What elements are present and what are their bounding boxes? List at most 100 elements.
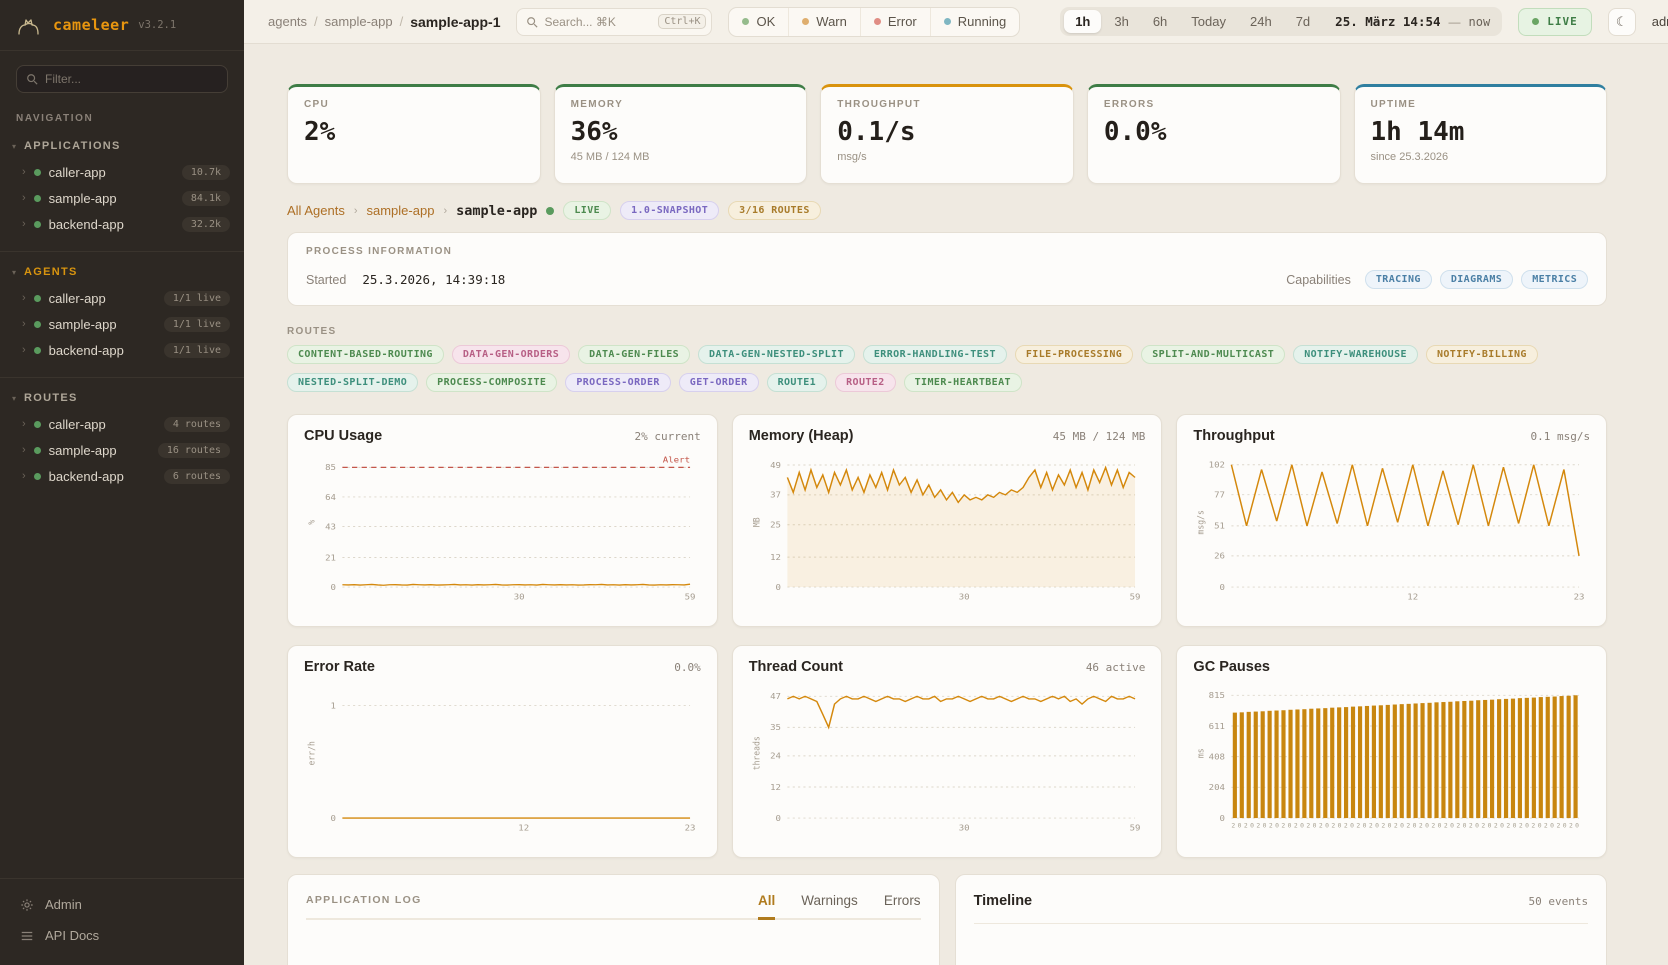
sidebar-item-sample-app-routes[interactable]: › sample-app 16 routes: [0, 437, 244, 463]
sidebar-item-sample-app[interactable]: › sample-app 84.1k: [0, 185, 244, 211]
status-filter-error[interactable]: Error: [860, 8, 930, 36]
sidebar-item-caller-app-routes[interactable]: › caller-app 4 routes: [0, 411, 244, 437]
route-chip[interactable]: ROUTE2: [835, 373, 896, 392]
item-label: caller-app: [49, 291, 106, 306]
range-1h[interactable]: 1h: [1064, 10, 1101, 33]
svg-text:threads: threads: [752, 736, 763, 770]
route-chip[interactable]: FILE-PROCESSING: [1015, 345, 1133, 364]
sidebar-item-caller-app[interactable]: › caller-app 10.7k: [0, 159, 244, 185]
stat-value: 36%: [571, 117, 791, 147]
route-chip[interactable]: ROUTE1: [767, 373, 828, 392]
range-today[interactable]: Today: [1180, 10, 1237, 33]
range-24h[interactable]: 24h: [1239, 10, 1283, 33]
log-title: APPLICATION LOG: [306, 894, 422, 918]
route-chip[interactable]: GET-ORDER: [679, 373, 759, 392]
route-chip[interactable]: NOTIFY-BILLING: [1426, 345, 1538, 364]
item-label: sample-app: [49, 191, 117, 206]
global-search[interactable]: Ctrl+K: [516, 8, 712, 36]
svg-text:0: 0: [775, 583, 780, 592]
route-chip[interactable]: DATA-GEN-NESTED-SPLIT: [698, 345, 855, 364]
section-header-agents[interactable]: ▾ AGENTS: [0, 258, 244, 285]
range-3h[interactable]: 3h: [1103, 10, 1139, 33]
svg-text:85: 85: [325, 464, 336, 473]
svg-text:12: 12: [518, 824, 529, 833]
svg-text:0: 0: [331, 583, 336, 592]
caret-icon: ▾: [12, 394, 16, 403]
live-label: LIVE: [1547, 15, 1578, 28]
route-chip[interactable]: CONTENT-BASED-ROUTING: [287, 345, 444, 364]
topbar: agents / sample-app / sample-app-1 Ctrl+…: [244, 0, 1668, 44]
route-chip[interactable]: NOTIFY-WAREHOUSE: [1293, 345, 1418, 364]
status-filter-label: Warn: [816, 14, 847, 29]
sidebar-filter[interactable]: [16, 65, 228, 93]
sidebar-item-backend-app[interactable]: › backend-app 32.2k: [0, 211, 244, 237]
theme-toggle-button[interactable]: ☾: [1608, 8, 1636, 36]
route-chip[interactable]: DATA-GEN-FILES: [578, 345, 690, 364]
live-badge[interactable]: LIVE: [1518, 8, 1592, 36]
content: CPU 2% MEMORY 36% 45 MB / 124 MB THROUGH…: [244, 44, 1668, 965]
chevron-right-icon: ›: [22, 167, 26, 178]
sidebar-item-api-docs[interactable]: API Docs: [0, 920, 244, 951]
sidebar-item-backend-app-routes[interactable]: › backend-app 6 routes: [0, 463, 244, 489]
sidebar-item-caller-app-agent[interactable]: › caller-app 1/1 live: [0, 285, 244, 311]
timeline-event-count: 50 events: [1529, 895, 1589, 908]
filter-input[interactable]: [45, 72, 218, 86]
current-agent: sample-app: [456, 203, 537, 219]
status-filter-warn[interactable]: Warn: [788, 8, 860, 36]
sidebar-item-admin[interactable]: Admin: [0, 889, 244, 920]
breadcrumb-sample-app[interactable]: sample-app: [325, 14, 393, 29]
status-dot: [34, 321, 41, 328]
range-6h[interactable]: 6h: [1142, 10, 1178, 33]
item-badge: 10.7k: [182, 165, 230, 180]
warn-dot: [802, 18, 809, 25]
route-chip[interactable]: PROCESS-ORDER: [565, 373, 670, 392]
range-from-date[interactable]: 25. März 14:54: [1323, 14, 1446, 29]
svg-text:%: %: [307, 519, 318, 525]
route-chip[interactable]: SPLIT-AND-MULTICAST: [1141, 345, 1285, 364]
agent-badge-live: LIVE: [563, 201, 611, 220]
svg-text:12: 12: [1408, 593, 1419, 602]
section-header-routes[interactable]: ▾ ROUTES: [0, 384, 244, 411]
agent-app-link[interactable]: sample-app: [367, 203, 435, 218]
log-tabs: All Warnings Errors: [758, 893, 921, 918]
throughput-plot: 1027751260msg/s1223: [1193, 448, 1590, 608]
status-dot: [34, 169, 41, 176]
route-chip[interactable]: DATA-GEN-ORDERS: [452, 345, 570, 364]
route-chip[interactable]: NESTED-SPLIT-DEMO: [287, 373, 418, 392]
range-7d[interactable]: 7d: [1285, 10, 1321, 33]
error-dot: [874, 18, 881, 25]
section-header-applications[interactable]: ▾ APPLICATIONS: [0, 132, 244, 159]
route-chip[interactable]: PROCESS-COMPOSITE: [426, 373, 557, 392]
breadcrumb-separator: /: [400, 14, 404, 29]
chart-current-value: 45 MB / 124 MB: [1053, 430, 1146, 443]
routes-block: ROUTES CONTENT-BASED-ROUTING DATA-GEN-OR…: [287, 326, 1607, 392]
status-filter-label: OK: [756, 14, 775, 29]
search-input[interactable]: [544, 15, 652, 29]
sidebar-item-sample-app-agent[interactable]: › sample-app 1/1 live: [0, 311, 244, 337]
all-agents-link[interactable]: All Agents: [287, 203, 345, 218]
range-to-date[interactable]: now: [1463, 15, 1499, 29]
timeline-header: Timeline 50 events: [974, 893, 1589, 924]
tab-errors[interactable]: Errors: [884, 893, 921, 920]
status-filter-ok[interactable]: OK: [729, 8, 788, 36]
tab-all[interactable]: All: [758, 893, 775, 920]
stat-sub: msg/s: [837, 151, 1057, 163]
range-date-separator: —: [1449, 15, 1461, 29]
sidebar-item-backend-app-agent[interactable]: › backend-app 1/1 live: [0, 337, 244, 363]
route-chip[interactable]: TIMER-HEARTBEAT: [904, 373, 1022, 392]
breadcrumb-agents[interactable]: agents: [268, 14, 307, 29]
status-dot: [34, 221, 41, 228]
process-row: Started 25.3.2026, 14:39:18 Capabilities…: [306, 270, 1588, 289]
status-filter-running[interactable]: Running: [930, 8, 1019, 36]
route-chip[interactable]: ERROR-HANDLING-TEST: [863, 345, 1007, 364]
app-root: cameleer v3.2.1 NAVIGATION ▾ APPLICATION…: [0, 0, 1668, 965]
chart-gc-pauses: GC Pauses 8156114082040ms202020202020202…: [1176, 645, 1607, 858]
item-label: backend-app: [49, 469, 124, 484]
stat-card-throughput: THROUGHPUT 0.1/s msg/s: [820, 84, 1074, 184]
svg-text:Alert: Alert: [663, 456, 690, 465]
svg-text:49: 49: [770, 461, 781, 470]
tab-warnings[interactable]: Warnings: [801, 893, 858, 920]
gc-pauses-plot: 8156114082040ms2020202020202020202020202…: [1193, 679, 1590, 839]
user-name: admin: [1652, 14, 1668, 29]
footer-label: API Docs: [45, 928, 99, 943]
